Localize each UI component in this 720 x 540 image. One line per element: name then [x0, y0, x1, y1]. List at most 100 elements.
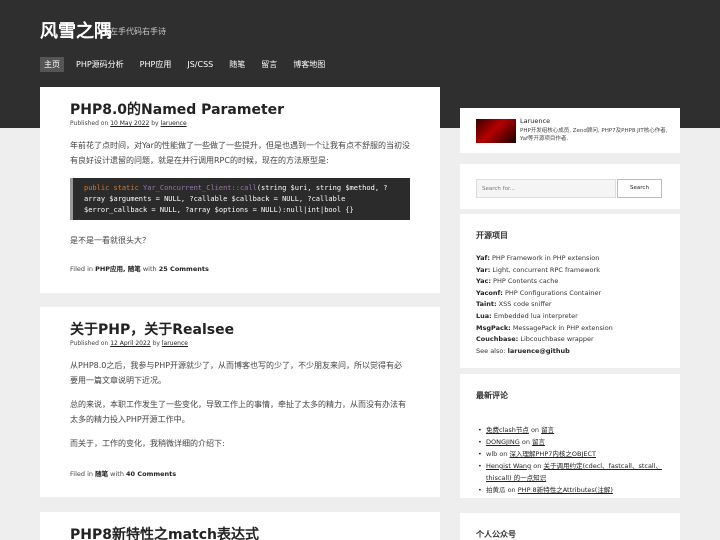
code-keyword: public static	[84, 184, 139, 192]
post-meta: Published on 10 May 2022 by laruence	[70, 120, 410, 128]
list-item[interactable]: Yaf: PHP Framework in PHP extension	[476, 253, 671, 265]
post-footer: Filed in 随笔 with 40 Comments	[70, 470, 176, 479]
project-desc: Light, concurrent RPC framework	[492, 265, 600, 274]
post-categories[interactable]: 随笔	[95, 470, 108, 478]
comment-author-link[interactable]: 免费clash节点	[486, 426, 529, 434]
site-title[interactable]: 风雪之隅	[40, 17, 112, 43]
post-footer: Filed in PHP应用, 随笔 with 25 Comments	[70, 265, 209, 274]
nav-item-home[interactable]: 主页	[40, 57, 64, 72]
comment-on: on	[521, 437, 530, 446]
post-paragraph: 从PHP8.0之后，我参与PHP开源就少了，从而博客也写的少了，不少朋友来问，所…	[70, 361, 403, 385]
nav-item-guestbook[interactable]: 留言	[257, 57, 281, 72]
nav-item-sitemap[interactable]: 博客地图	[289, 57, 329, 72]
search-input[interactable]	[476, 179, 616, 198]
comment-list: 免费clash节点 on 留言 DONGJING on 留言 wlb on 深入…	[476, 425, 671, 496]
post-date-link[interactable]: 10 May 2022	[110, 120, 149, 127]
project-name: MsgPack:	[476, 323, 511, 332]
meta-by: by	[152, 340, 160, 347]
project-name: Yaconf:	[476, 288, 503, 297]
wechat-widget: 个人公众号	[460, 513, 680, 540]
list-item: 拍黄瓜 on PHP 8新特性之Attributes(注解)	[476, 485, 671, 497]
list-item[interactable]: Taint: XSS code sniffer	[476, 299, 671, 311]
list-item[interactable]: MsgPack: MessagePack in PHP extension	[476, 323, 671, 335]
post-date-link[interactable]: 12 April 2022	[110, 340, 150, 347]
list-item[interactable]: See also: laruence@github	[476, 346, 671, 358]
nav-item-essays[interactable]: 随笔	[225, 57, 249, 72]
comment-on: on	[533, 461, 542, 470]
project-name: Yar:	[476, 265, 491, 274]
search-button[interactable]: Search	[617, 179, 662, 198]
comment-author: wlb	[486, 449, 498, 458]
post-card: PHP8新特性之match表达式	[40, 512, 440, 540]
widget-title: 个人公众号	[476, 530, 516, 539]
project-desc: PHP Contents cache	[493, 277, 559, 286]
profile-description: PHP开发组核心成员, Zend顾问, PHP7及PHP8 JIT核心作者, Y…	[520, 128, 668, 142]
comment-on: on	[530, 426, 540, 434]
comment-on: on	[499, 449, 508, 458]
widget-title: 最新评论	[476, 391, 508, 400]
comment-on: on	[507, 485, 516, 494]
post-paragraph: 是不是一看就很头大？	[70, 236, 150, 245]
post-comments-link[interactable]: 40 Comments	[126, 470, 176, 478]
nav-item-php-source[interactable]: PHP源码分析	[72, 57, 128, 72]
profile-name: Laruence	[520, 117, 551, 125]
post-paragraph: 总的来说，本职工作发生了一些变化，导致工作上的事情，牵扯了太多的精力，从而没有办…	[70, 400, 406, 424]
comment-post-link[interactable]: PHP 8新特性之Attributes(注解)	[518, 486, 613, 494]
project-desc: laruence@github	[507, 346, 570, 355]
footer-with: with	[110, 470, 124, 478]
comment-author-link[interactable]: Hengist Wang	[486, 462, 531, 470]
project-name: Yaf:	[476, 254, 490, 262]
profile-widget: Laruence PHP开发组核心成员, Zend顾问, PHP7及PHP8 J…	[460, 108, 680, 153]
project-name: Taint:	[476, 300, 497, 309]
comment-author: 拍黄瓜	[486, 485, 506, 494]
post-card: 关于PHP，关于Realsee Published on 12 April 20…	[40, 307, 440, 497]
project-desc: PHP Framework in PHP extension	[492, 254, 600, 262]
comment-post-link[interactable]: 留言	[541, 426, 554, 434]
footer-prefix: Filed in	[70, 265, 93, 273]
list-item[interactable]: Yac: PHP Contents cache	[476, 276, 671, 288]
comment-author-link[interactable]: DONGJING	[486, 438, 520, 446]
code-block: public static Yar_Concurrent_Client::cal…	[70, 178, 410, 220]
search-widget: Search	[460, 164, 680, 209]
project-name: Lua:	[476, 311, 492, 320]
meta-by: by	[151, 120, 159, 127]
comments-widget: 最新评论 免费clash节点 on 留言 DONGJING on 留言 wlb …	[460, 374, 680, 498]
project-desc: Embedded lua interpreter	[493, 311, 578, 320]
main-nav: 主页 PHP源码分析 PHP应用 JS/CSS 随笔 留言 博客地图	[40, 57, 337, 72]
list-item[interactable]: Yaconf: PHP Configurations Container	[476, 288, 671, 300]
project-name: See also:	[476, 346, 506, 355]
post-card: PHP8.0的Named Parameter Published on 10 M…	[40, 87, 440, 293]
list-item[interactable]: Lua: Embedded lua interpreter	[476, 311, 671, 323]
post-paragraph: 而关于，工作的变化，我稍微详细的介绍下:	[70, 439, 225, 448]
post-title[interactable]: PHP8.0的Named Parameter	[70, 101, 410, 119]
post-title[interactable]: 关于PHP，关于Realsee	[70, 321, 410, 339]
project-list: Yaf: PHP Framework in PHP extension Yar:…	[476, 253, 671, 357]
code-function: Yar_Concurrent_Client::call	[143, 184, 257, 192]
comment-post-link[interactable]: 留言	[532, 438, 545, 446]
post-paragraph: 年前花了点时间，对Yar的性能做了一些做了一些提升，但是也遇到一个让我有点不舒服…	[70, 141, 410, 165]
project-name: Yac:	[476, 277, 491, 286]
avatar[interactable]	[476, 119, 516, 143]
comment-post-link[interactable]: 深入理解PHP7内核之OBJECT	[510, 450, 596, 458]
widget-title: 开源项目	[476, 231, 508, 240]
meta-prefix: Published on	[70, 340, 109, 347]
post-body: 年前花了点时间，对Yar的性能做了一些做了一些提升，但是也遇到一个让我有点不舒服…	[70, 139, 410, 249]
nav-item-js-css[interactable]: JS/CSS	[183, 57, 217, 72]
list-item[interactable]: Yar: Light, concurrent RPC framework	[476, 265, 671, 277]
post-author-link[interactable]: laruence	[161, 120, 187, 127]
post-categories[interactable]: PHP应用, 随笔	[95, 265, 141, 273]
project-desc: Libcouchbase wrapper	[520, 335, 594, 344]
project-desc: PHP Configurations Container	[504, 288, 602, 297]
project-name: Couchbase:	[476, 335, 519, 344]
project-desc: XSS code sniffer	[498, 300, 552, 309]
post-body: 从PHP8.0之后，我参与PHP开源就少了，从而博客也写的少了，不少朋友来问，所…	[70, 359, 410, 452]
list-item: Hengist Wang on 关于调用约定(cdecl、fastcall、st…	[476, 461, 671, 485]
post-meta: Published on 12 April 2022 by laruence	[70, 340, 410, 348]
post-title[interactable]: PHP8新特性之match表达式	[70, 526, 410, 540]
meta-prefix: Published on	[70, 120, 109, 127]
project-desc: MessagePack in PHP extension	[512, 323, 613, 332]
list-item[interactable]: Couchbase: Libcouchbase wrapper	[476, 334, 671, 346]
post-author-link[interactable]: laruence	[162, 340, 188, 347]
nav-item-php-app[interactable]: PHP应用	[136, 57, 176, 72]
post-comments-link[interactable]: 25 Comments	[159, 265, 209, 273]
